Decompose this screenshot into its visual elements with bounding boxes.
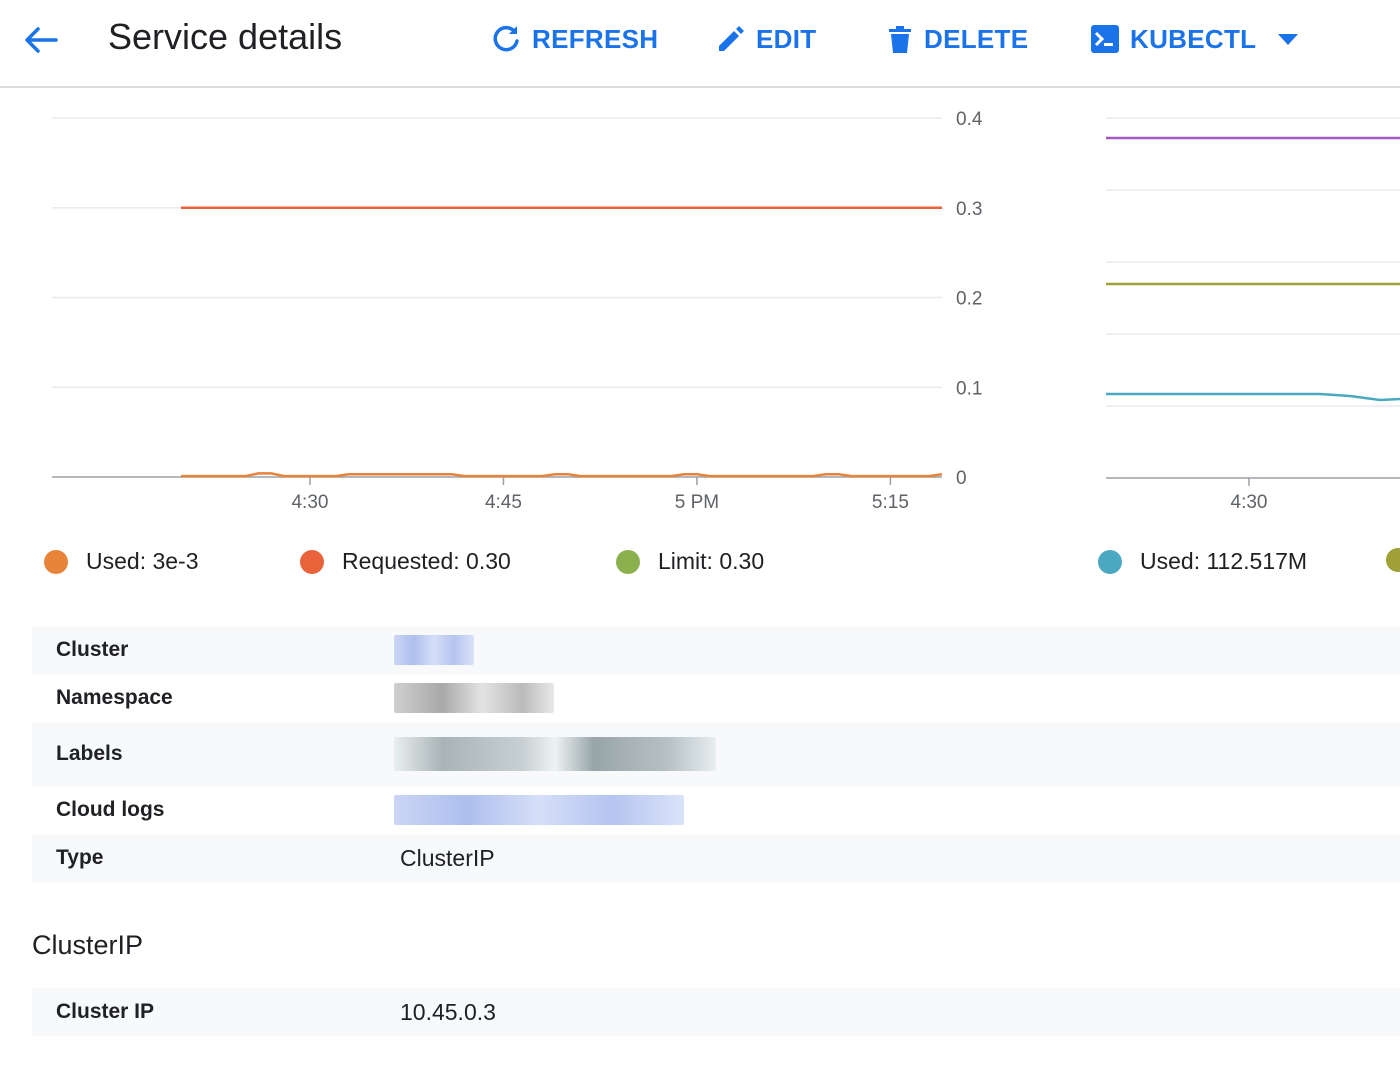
detail-row-type: Type ClusterIP	[32, 834, 1400, 882]
legend-dot	[616, 549, 640, 574]
detail-key: Labels	[56, 742, 123, 765]
legend-label: Used: 112.517M	[1140, 548, 1308, 574]
x-tick-label: 4:30	[1231, 492, 1268, 513]
back-arrow-icon[interactable]	[20, 20, 60, 60]
y-tick-label: 0.1	[956, 378, 982, 399]
caret-down-icon[interactable]	[1276, 32, 1300, 46]
edit-button[interactable]: EDIT	[716, 20, 816, 58]
details-table: Cluster Namespace Labels Cloud logs Type…	[32, 626, 1400, 882]
resource-charts: 0 0.1 0.2 0.3 0.4 4:30 4:45 5 PM 5:15 4:30	[52, 109, 1400, 513]
legend-dot	[44, 549, 68, 574]
cloud-logs-link-redacted[interactable]	[394, 795, 684, 825]
terminal-icon	[1091, 25, 1119, 53]
detail-key: Cloud logs	[56, 798, 165, 821]
legend-mem-used: Used: 112.517M	[1098, 548, 1307, 575]
trash-icon	[889, 26, 911, 53]
series-line-0	[181, 472, 943, 478]
pencil-icon	[719, 26, 744, 51]
detail-value: ClusterIP	[400, 844, 495, 871]
y-tick-label: 0.3	[956, 199, 982, 220]
page-title: Service details	[108, 16, 343, 57]
top-bar: Service details REFRESH EDIT DELETE KUBE…	[0, 0, 1400, 88]
memory-chart: 4:30	[1106, 117, 1400, 513]
detail-row-labels: Labels	[32, 722, 1400, 786]
detail-value: 10.45.0.3	[400, 998, 496, 1025]
legend-label: Used: 3e-3	[86, 548, 199, 574]
legend-label: Limit: 0.30	[658, 548, 765, 574]
legend-label: Requested: 0.30	[342, 548, 511, 574]
detail-row-cloud-logs: Cloud logs	[32, 786, 1400, 834]
kubectl-button[interactable]: KUBECTL	[1090, 20, 1300, 58]
x-tick-label: 5:15	[872, 492, 909, 513]
delete-label: DELETE	[924, 23, 1029, 54]
refresh-icon	[493, 25, 519, 52]
edit-label: EDIT	[756, 23, 817, 54]
refresh-button[interactable]: REFRESH	[490, 20, 658, 58]
namespace-value-redacted	[394, 683, 554, 713]
delete-button[interactable]: DELETE	[886, 20, 1028, 58]
cluster-link-redacted[interactable]	[394, 635, 474, 665]
kubectl-label: KUBECTL	[1130, 23, 1257, 54]
labels-value-redacted	[394, 737, 716, 771]
detail-key: Namespace	[56, 686, 173, 709]
detail-row-cluster-ip: Cluster IP 10.45.0.3	[32, 988, 1400, 1036]
x-tick-label: 5 PM	[675, 492, 719, 513]
legend-mem-limit	[1386, 548, 1400, 572]
legend-dot	[1386, 548, 1400, 572]
x-tick-label: 4:45	[485, 492, 522, 513]
legend-cpu-requested: Requested: 0.30	[300, 548, 511, 575]
legend-cpu-used: Used: 3e-3	[44, 548, 199, 575]
refresh-label: REFRESH	[532, 23, 659, 54]
legend-dot	[1098, 549, 1122, 574]
legend-cpu-limit: Limit: 0.30	[616, 548, 764, 575]
x-tick-label: 4:30	[291, 492, 328, 513]
detail-row-cluster: Cluster	[32, 626, 1400, 674]
cpu-chart: 0 0.1 0.2 0.3 0.4 4:30 4:45 5 PM 5:15	[52, 109, 983, 513]
legend-dot	[300, 549, 324, 574]
clusterip-section-title: ClusterIP	[32, 930, 144, 960]
y-tick-label: 0.2	[956, 289, 982, 310]
y-tick-label: 0	[956, 468, 967, 489]
detail-key: Cluster IP	[56, 1000, 155, 1023]
detail-key: Cluster	[56, 638, 129, 661]
y-tick-label: 0.4	[956, 109, 983, 130]
detail-key: Type	[56, 846, 104, 869]
detail-row-namespace: Namespace	[32, 674, 1400, 722]
series-line-used	[1106, 392, 1400, 402]
